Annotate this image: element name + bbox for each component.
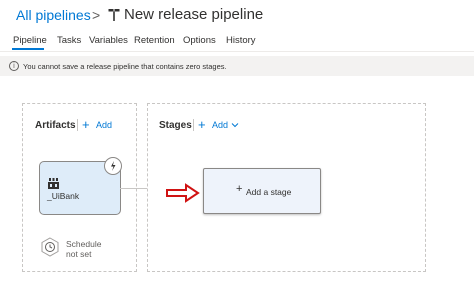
continuous-deployment-trigger-icon[interactable]	[104, 157, 122, 175]
annotation-arrow-icon	[166, 183, 200, 203]
artifacts-title-separator	[77, 119, 78, 131]
schedule-label: Schedule	[66, 239, 102, 249]
schedule-status: not set	[66, 249, 92, 259]
stages-title: Stages	[159, 120, 192, 131]
add-a-stage-label: Add a stage	[246, 187, 292, 197]
page-title: New release pipeline	[124, 6, 264, 23]
all-pipelines-link[interactable]: All pipelines	[16, 7, 91, 23]
artifact-name: _UiBank	[47, 191, 80, 201]
stages-title-separator	[193, 119, 194, 131]
tab-pipeline[interactable]: Pipeline	[13, 35, 47, 46]
add-stage-plus-icon-inline: +	[236, 183, 243, 195]
chevron-down-icon[interactable]	[231, 122, 239, 128]
tab-history[interactable]: History	[226, 35, 256, 46]
add-stage-plus-icon[interactable]: +	[198, 118, 206, 131]
release-pipeline-icon	[108, 9, 120, 21]
info-message: You cannot save a release pipeline that …	[23, 62, 227, 71]
add-stage-menu-button[interactable]: Add	[212, 120, 228, 130]
tab-variables[interactable]: Variables	[89, 35, 128, 46]
info-icon: i	[9, 61, 19, 71]
tab-tasks[interactable]: Tasks	[57, 35, 81, 46]
add-artifact-button[interactable]: Add	[96, 120, 112, 130]
add-artifact-plus-icon[interactable]: +	[82, 118, 90, 131]
schedule-clock-icon[interactable]	[40, 237, 60, 257]
artifacts-title: Artifacts	[35, 120, 76, 131]
breadcrumb-separator: >	[92, 7, 101, 23]
active-tab-indicator	[12, 48, 44, 50]
tabs-divider	[0, 51, 474, 52]
build-artifact-icon	[48, 178, 59, 189]
tab-retention[interactable]: Retention	[134, 35, 175, 46]
tab-options[interactable]: Options	[183, 35, 216, 46]
